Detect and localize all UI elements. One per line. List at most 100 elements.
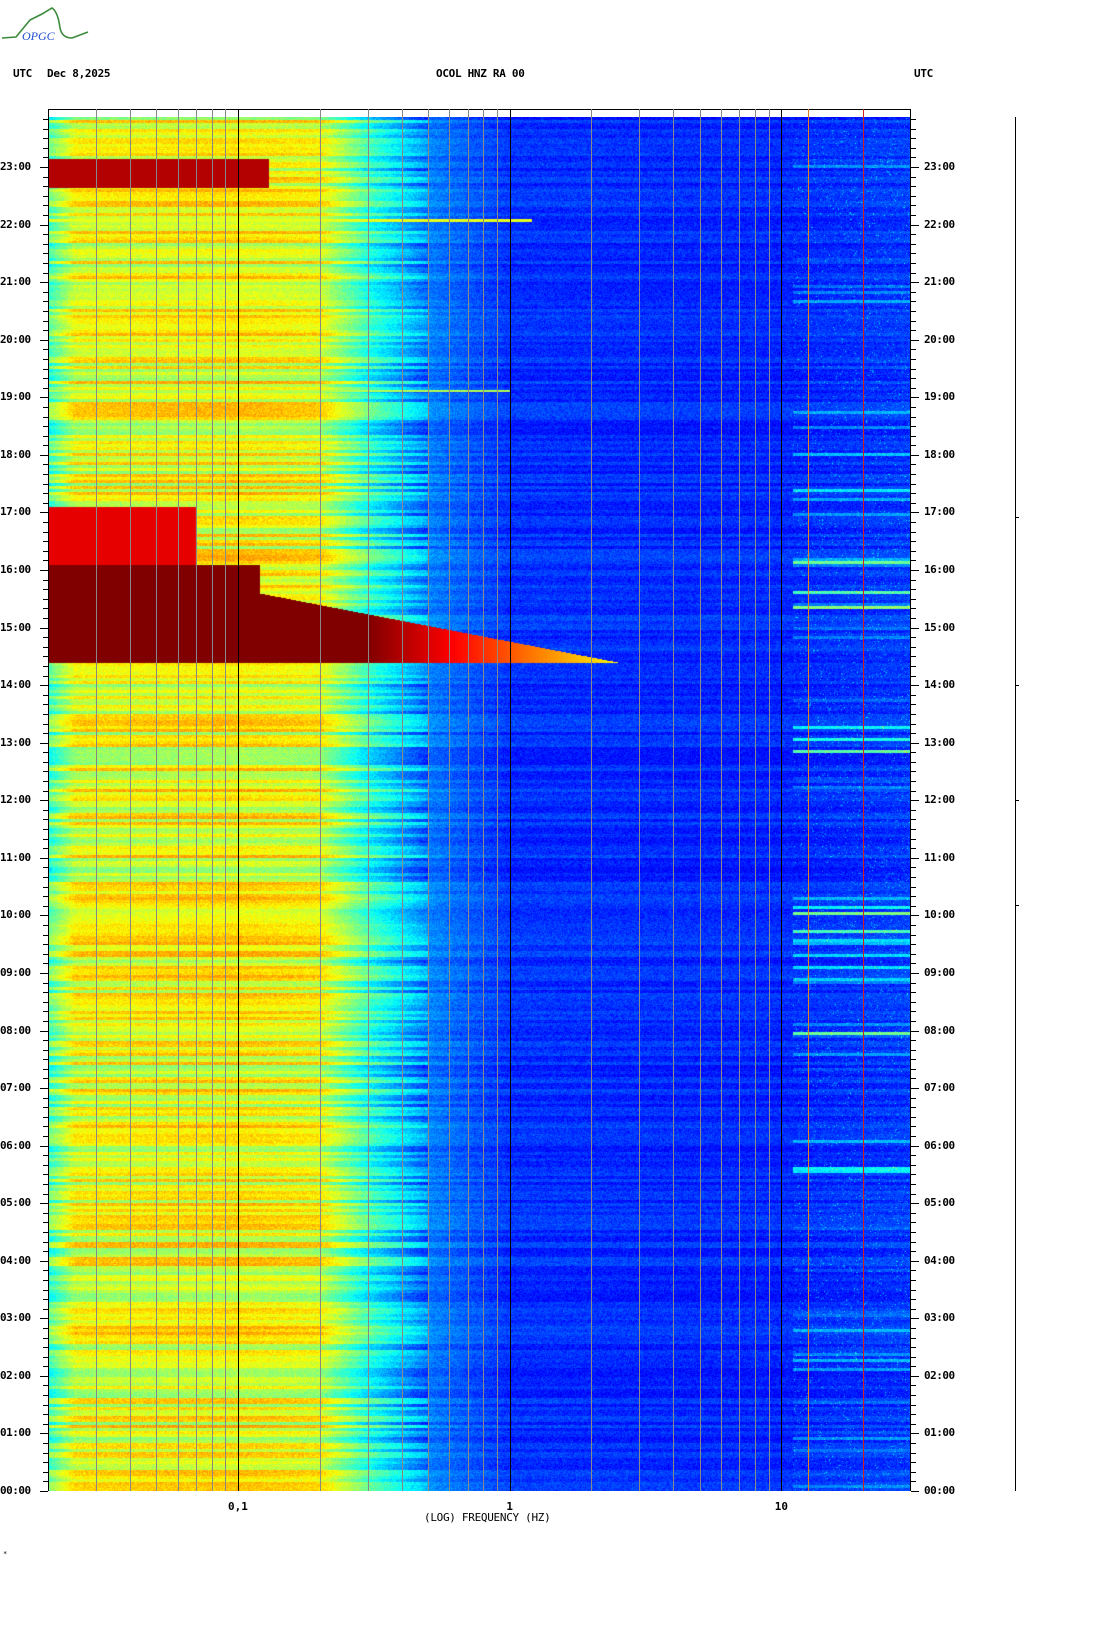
y-minor-tick <box>43 1194 48 1195</box>
y-tick-label: 15:00 <box>0 621 31 634</box>
y-minor-tick <box>43 963 48 964</box>
y-minor-tick <box>911 771 916 772</box>
y-major-tick <box>40 628 48 629</box>
y-tick-label: 08:00 <box>0 1024 31 1037</box>
y-minor-tick <box>911 666 916 667</box>
y-minor-tick <box>43 532 48 533</box>
y-tick-label: 19:00 <box>0 390 31 403</box>
y-major-tick <box>911 858 919 859</box>
y-minor-tick <box>43 244 48 245</box>
y-minor-tick <box>43 273 48 274</box>
y-major-tick <box>911 1203 919 1204</box>
timeline-tick <box>1015 685 1019 686</box>
y-major-tick <box>911 1433 919 1434</box>
y-major-tick <box>911 915 919 916</box>
opgc-logo: OPGC <box>1 7 89 43</box>
grid-line <box>319 109 321 1491</box>
y-tick-label: 04:00 <box>924 1254 955 1267</box>
y-minor-tick <box>911 244 916 245</box>
y-minor-tick <box>911 186 916 187</box>
y-minor-tick <box>911 1059 916 1060</box>
y-minor-tick <box>43 1270 48 1271</box>
y-minor-tick <box>911 1251 916 1252</box>
grid-line <box>768 109 770 1491</box>
y-major-tick <box>911 743 919 744</box>
y-minor-tick <box>911 839 916 840</box>
y-minor-tick <box>911 1385 916 1386</box>
y-major-tick <box>40 1376 48 1377</box>
grid-line <box>721 109 723 1491</box>
y-tick-label: 05:00 <box>0 1196 31 1209</box>
y-minor-tick <box>43 503 48 504</box>
y-minor-tick <box>911 1107 916 1108</box>
y-tick-label: 08:00 <box>924 1024 955 1037</box>
y-minor-tick <box>911 1443 916 1444</box>
y-major-tick <box>40 915 48 916</box>
grid-line <box>467 109 469 1491</box>
timeline-tick <box>1015 517 1019 518</box>
y-tick-label: 21:00 <box>0 275 31 288</box>
y-minor-tick <box>911 138 916 139</box>
y-tick-label: 06:00 <box>0 1139 31 1152</box>
y-minor-tick <box>43 906 48 907</box>
y-tick-label: 11:00 <box>0 851 31 864</box>
y-tick-label: 13:00 <box>0 736 31 749</box>
y-minor-tick <box>43 388 48 389</box>
y-tick-label: 17:00 <box>0 505 31 518</box>
y-minor-tick <box>43 349 48 350</box>
y-major-tick <box>40 570 48 571</box>
y-minor-tick <box>911 1213 916 1214</box>
y-minor-tick <box>43 119 48 120</box>
grid-line <box>95 109 97 1491</box>
y-minor-tick <box>911 1280 916 1281</box>
y-tick-label: 22:00 <box>924 218 955 231</box>
y-minor-tick <box>911 1242 916 1243</box>
y-minor-tick <box>43 157 48 158</box>
y-minor-tick <box>911 819 916 820</box>
y-minor-tick <box>43 724 48 725</box>
y-minor-tick <box>911 1136 916 1137</box>
y-major-tick <box>911 1031 919 1032</box>
y-major-tick <box>40 1088 48 1089</box>
y-minor-tick <box>43 1021 48 1022</box>
y-tick-label: 14:00 <box>924 678 955 691</box>
y-tick-label: 19:00 <box>924 390 955 403</box>
y-tick-label: 16:00 <box>924 563 955 576</box>
grid-line <box>195 109 197 1491</box>
y-minor-tick <box>911 1194 916 1195</box>
y-minor-tick <box>911 599 916 600</box>
y-minor-tick <box>43 618 48 619</box>
y-minor-tick <box>911 474 916 475</box>
y-tick-label: 15:00 <box>924 621 955 634</box>
y-minor-tick <box>911 407 916 408</box>
svg-text:OPGC: OPGC <box>22 29 56 43</box>
y-minor-tick <box>911 148 916 149</box>
y-major-tick <box>40 1491 48 1492</box>
y-tick-label: 01:00 <box>924 1426 955 1439</box>
y-minor-tick <box>43 1309 48 1310</box>
y-minor-tick <box>911 560 916 561</box>
y-minor-tick <box>43 215 48 216</box>
y-minor-tick <box>911 1462 916 1463</box>
y-minor-tick <box>911 119 916 120</box>
y-minor-tick <box>911 177 916 178</box>
y-minor-tick <box>43 810 48 811</box>
y-minor-tick <box>911 1078 916 1079</box>
y-minor-tick <box>911 157 916 158</box>
y-minor-tick <box>911 321 916 322</box>
y-minor-tick <box>911 867 916 868</box>
grid-line <box>177 109 179 1491</box>
y-minor-tick <box>911 848 916 849</box>
y-minor-tick <box>43 186 48 187</box>
y-minor-tick <box>43 762 48 763</box>
y-minor-tick <box>911 273 916 274</box>
y-minor-tick <box>911 378 916 379</box>
y-minor-tick <box>43 656 48 657</box>
y-major-tick <box>40 282 48 283</box>
grid-line <box>755 109 757 1491</box>
y-minor-tick <box>43 733 48 734</box>
y-minor-tick <box>43 1098 48 1099</box>
y-major-tick <box>911 628 919 629</box>
y-minor-tick <box>43 887 48 888</box>
y-tick-label: 18:00 <box>924 448 955 461</box>
